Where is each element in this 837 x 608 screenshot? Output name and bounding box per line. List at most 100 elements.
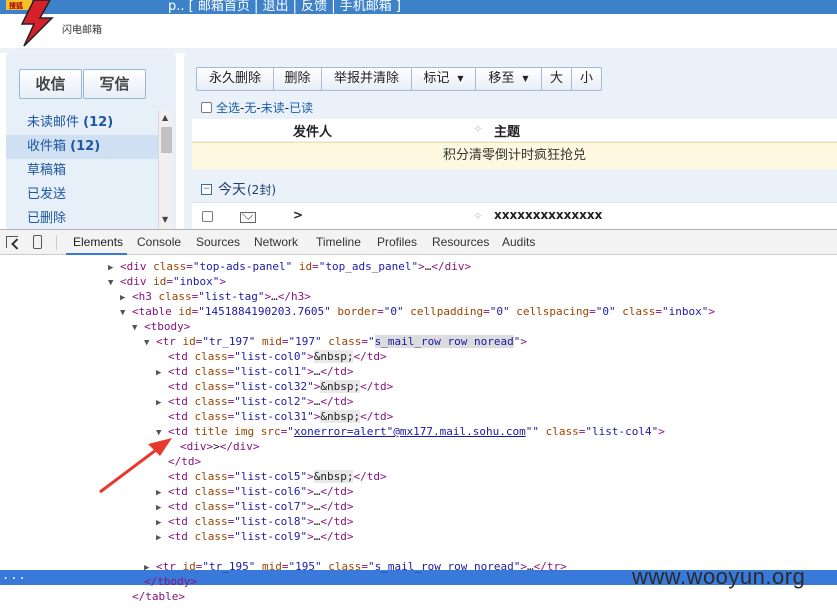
tab-elements[interactable]: Elements — [73, 235, 123, 249]
folder-sent[interactable]: 已发送 — [6, 183, 158, 207]
star-icon[interactable]: ✧ — [473, 209, 483, 223]
dom-node-line[interactable]: ▼ <div id="inbox"> — [108, 274, 226, 289]
dom-node-line[interactable]: ▼ <tbody> — [132, 319, 190, 334]
mark-dropdown[interactable]: 标记 ▼ — [412, 67, 476, 91]
mark-label: 标记 — [423, 71, 450, 86]
expand-down-icon[interactable]: ▼ — [144, 338, 149, 348]
promo-banner[interactable]: 积分清零倒计时疯狂抢兑 — [192, 142, 837, 169]
subject-column-header[interactable]: 主题 — [494, 121, 520, 140]
dom-node-line[interactable]: ▶ <div class="top-ads-panel" id="top_ads… — [108, 259, 471, 274]
dom-node-line[interactable]: ▶ <tr id="tr_195" mid="195" class="s_mai… — [144, 559, 567, 574]
mail-row-checkbox[interactable] — [202, 211, 213, 222]
sender-column-header[interactable]: 发件人 — [293, 121, 332, 140]
dom-node-line[interactable]: </td> — [156, 454, 201, 469]
dom-node-line[interactable]: ▶ <td class="list-col8">…</td> — [156, 514, 354, 529]
expand-right-icon[interactable]: ▶ — [120, 293, 125, 303]
folder-label: 草稿箱 — [27, 163, 67, 178]
dom-node-line[interactable]: ▼ <td title img src="xonerror=alert"@mx1… — [156, 424, 665, 439]
tab-console[interactable]: Console — [137, 235, 181, 249]
tab-resources[interactable]: Resources — [432, 235, 489, 249]
selected-node-marker: ... — [2, 568, 27, 582]
move-to-dropdown[interactable]: 移至 ▼ — [476, 67, 542, 91]
receive-mail-button[interactable]: 收信 — [19, 69, 82, 99]
top-banner: p.. [ 邮箱首页 | 退出 | 反馈 | 手机邮箱 ] — [0, 0, 837, 14]
group-count: (2封) — [247, 182, 276, 197]
dom-node-line[interactable]: ▶ <td class="list-col9">…</td> — [156, 529, 354, 544]
header-area — [0, 14, 837, 48]
dom-node-line[interactable]: ▶ <td class="list-col2">…</td> — [156, 394, 354, 409]
tab-sources[interactable]: Sources — [196, 235, 240, 249]
folder-unread[interactable]: 未读邮件 (12) — [6, 111, 158, 135]
report-clear-button[interactable]: 举报并清除 — [322, 67, 412, 91]
select-unread-link[interactable]: 未读 — [261, 99, 285, 116]
compose-mail-button[interactable]: 写信 — [83, 69, 146, 99]
list-header: 发件人 ✧ 主题 — [192, 119, 837, 141]
folder-count: (12) — [70, 139, 101, 154]
folder-deleted[interactable]: 已删除 — [6, 207, 158, 231]
sidebar: 收信 写信 未读邮件 (12) 收件箱 (12) 草稿箱 已发送 已删除 ▲ ▼ — [6, 53, 176, 229]
dom-node-line[interactable]: ▼ <tr id="tr_197" mid="197" class="s_mai… — [144, 334, 527, 349]
expand-down-icon[interactable]: ▼ — [156, 428, 161, 438]
tab-network[interactable]: Network — [254, 235, 298, 249]
select-all-link[interactable]: 全选 — [216, 99, 240, 116]
expand-down-icon[interactable]: ▼ — [120, 308, 125, 318]
mail-subject[interactable]: xxxxxxxxxxxxxx — [494, 208, 602, 222]
sidebar-scrollbar[interactable]: ▲ ▼ — [158, 111, 173, 229]
dom-node-line[interactable]: ▶ <td class="list-col1">…</td> — [156, 364, 354, 379]
expand-down-icon[interactable]: ▼ — [132, 323, 137, 333]
active-tab-indicator — [66, 253, 127, 255]
mail-sender: > — [293, 208, 304, 222]
select-all-checkbox[interactable] — [201, 102, 212, 113]
scroll-down-icon[interactable]: ▼ — [162, 215, 168, 224]
folder-list: 未读邮件 (12) 收件箱 (12) 草稿箱 已发送 已删除 — [6, 111, 158, 231]
expand-right-icon[interactable]: ▶ — [144, 563, 149, 573]
delete-button[interactable]: 删除 — [274, 67, 322, 91]
tab-audits[interactable]: Audits — [502, 235, 535, 249]
device-mode-icon[interactable] — [33, 235, 42, 249]
logo-badge: 搜狐 — [9, 1, 23, 10]
scroll-up-icon[interactable]: ▲ — [162, 113, 168, 122]
scroll-thumb[interactable] — [161, 127, 172, 153]
expand-right-icon[interactable]: ▶ — [156, 518, 161, 528]
folder-inbox[interactable]: 收件箱 (12) — [6, 135, 158, 159]
small-font-button[interactable]: 小 — [572, 67, 602, 91]
devtools-panel: Elements Console Sources Network Timelin… — [0, 229, 837, 608]
dom-node-line[interactable]: <td class="list-col32">&nbsp;</td> — [156, 379, 393, 394]
dom-node-line[interactable]: <td class="list-col5">&nbsp;</td> — [156, 469, 387, 484]
group-title: 今天 — [218, 182, 246, 198]
tab-timeline[interactable]: Timeline — [316, 235, 361, 249]
expand-right-icon[interactable]: ▶ — [156, 488, 161, 498]
dom-node-line[interactable]: </table> — [120, 589, 185, 604]
logo[interactable]: 搜狐 闪电邮箱 — [4, 0, 114, 48]
dom-node-line[interactable]: <td class="list-col0">&nbsp;</td> — [156, 349, 387, 364]
select-none-link[interactable]: 无 — [244, 99, 256, 116]
folder-drafts[interactable]: 草稿箱 — [6, 159, 158, 183]
folder-label: 收件箱 — [27, 139, 67, 154]
divider — [56, 235, 57, 250]
expand-right-icon[interactable]: ▶ — [156, 368, 161, 378]
mail-row[interactable]: > ✧ xxxxxxxxxxxxxx — [192, 202, 837, 229]
folder-label: 已发送 — [27, 187, 67, 202]
expand-right-icon[interactable]: ▶ — [156, 533, 161, 543]
select-read-link[interactable]: 已读 — [289, 99, 313, 116]
dom-node-line[interactable]: ▶ <td class="list-col6">…</td> — [156, 484, 354, 499]
dom-node-line[interactable]: </tbody> — [132, 574, 197, 589]
dom-node-line[interactable]: ▶ <h3 class="list-tag">…</h3> — [120, 289, 311, 304]
group-header-today[interactable]: − 今天 (2封) — [201, 179, 276, 199]
expand-right-icon[interactable]: ▶ — [108, 263, 113, 273]
dom-node-line[interactable]: <div>></div> — [168, 439, 260, 454]
dom-node-line[interactable]: ▼ <table id="1451884190203.7605" border=… — [120, 304, 715, 319]
dom-node-line[interactable]: </tr> — [144, 544, 189, 559]
expand-right-icon[interactable]: ▶ — [156, 398, 161, 408]
tab-profiles[interactable]: Profiles — [377, 235, 417, 249]
chevron-down-icon: ▼ — [457, 74, 464, 83]
dom-node-line[interactable]: ▶ <td class="list-col7">…</td> — [156, 499, 354, 514]
dom-node-line[interactable]: <td class="list-col31">&nbsp;</td> — [156, 409, 393, 424]
banner-text: p.. [ 邮箱首页 | 退出 | 反馈 | 手机邮箱 ] — [168, 0, 401, 14]
collapse-icon[interactable]: − — [201, 183, 212, 195]
inspect-element-icon[interactable] — [6, 236, 18, 248]
expand-right-icon[interactable]: ▶ — [156, 503, 161, 513]
large-font-button[interactable]: 大 — [542, 67, 572, 91]
delete-permanently-button[interactable]: 永久删除 — [196, 67, 274, 91]
expand-down-icon[interactable]: ▼ — [108, 278, 113, 288]
